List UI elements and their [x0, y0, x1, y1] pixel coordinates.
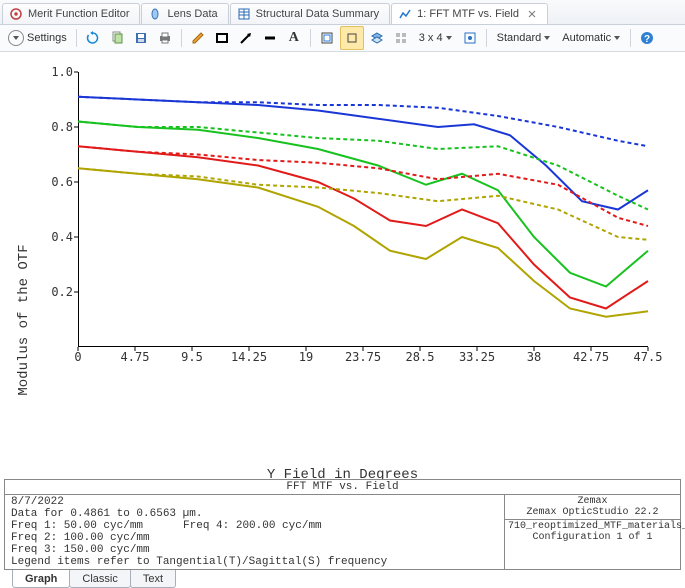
tab-label: 1: FFT MTF vs. Field — [417, 8, 519, 20]
caret-icon — [544, 36, 550, 40]
info-wavelength: Data for 0.4861 to 0.6563 µm. — [11, 508, 498, 520]
series-S3 — [78, 146, 648, 226]
bottom-tab-classic[interactable]: Classic — [69, 570, 130, 588]
x-tick-label: 4.75 — [121, 347, 150, 364]
chart-panel: Modulus of the OTF Y Field in Degrees 0.… — [0, 52, 685, 588]
info-freq2: Freq 2: 100.00 cyc/mm — [11, 532, 498, 544]
info-title: FFT MTF vs. Field — [5, 480, 680, 495]
y-tick-label: 0.8 — [51, 120, 78, 134]
separator — [630, 29, 631, 47]
grid-size-combo[interactable]: 3 x 4 — [414, 27, 457, 49]
y-tick-label: 1.0 — [51, 65, 78, 79]
line-shape-button[interactable] — [259, 27, 281, 49]
settings-label: Settings — [27, 32, 67, 44]
x-tick-label: 23.75 — [345, 347, 381, 364]
x-tick-label: 28.5 — [406, 347, 435, 364]
separator — [310, 29, 311, 47]
chevron-down-icon — [8, 30, 24, 46]
rect-shape-button[interactable] — [211, 27, 233, 49]
file-name: 710_reoptimized_MTF_materials_QType.zmx — [508, 521, 677, 532]
zoom-actual-button[interactable] — [340, 26, 364, 50]
info-freq1: Freq 1: 50.00 cyc/mm — [11, 520, 143, 532]
separator — [76, 29, 77, 47]
y-tick-label: 0.2 — [51, 285, 78, 299]
y-tick-label: 0.6 — [51, 175, 78, 189]
x-tick-label: 42.75 — [573, 347, 609, 364]
x-tick-label: 9.5 — [181, 347, 203, 364]
copy-button[interactable] — [106, 27, 128, 49]
x-tick-label: 38 — [527, 347, 541, 364]
product-name: Zemax OpticStudio 22.2 — [508, 507, 677, 518]
series-S1 — [78, 97, 648, 147]
info-freq4: Freq 4: 200.00 cyc/mm — [183, 520, 322, 532]
y-tick-label: 0.4 — [51, 230, 78, 244]
arrow-shape-button[interactable] — [235, 27, 257, 49]
x-tick-label: 19 — [299, 347, 313, 364]
tab-label: Merit Function Editor — [28, 8, 129, 20]
text-annotation-button[interactable]: A — [283, 27, 305, 49]
caret-icon — [446, 36, 452, 40]
lens-icon — [148, 7, 162, 21]
info-file: 710_reoptimized_MTF_materials_QType.zmx … — [505, 520, 680, 544]
info-right: Zemax Zemax OpticStudio 22.2 710_reoptim… — [504, 495, 680, 569]
bottom-tab-graph[interactable]: Graph — [12, 570, 70, 588]
series-T4 — [78, 168, 648, 317]
info-legend-note: Legend items refer to Tangential(T)/Sagi… — [11, 556, 498, 568]
tab-fft-mtf-vs-field[interactable]: 1: FFT MTF vs. Field — [391, 3, 548, 24]
svg-text:?: ? — [644, 34, 650, 45]
grid-size-value: 3 x 4 — [419, 32, 443, 44]
vendor-name: Zemax — [508, 496, 677, 507]
separator — [486, 29, 487, 47]
table-icon — [237, 7, 251, 21]
separator — [181, 29, 182, 47]
scale-mode-combo[interactable]: Automatic — [557, 27, 625, 49]
info-left: 8/7/2022 Data for 0.4861 to 0.6563 µm. F… — [5, 495, 504, 569]
plot-area[interactable]: 0.20.40.60.81.004.759.514.251923.7528.53… — [78, 72, 648, 347]
document-tabstrip: Merit Function Editor Lens Data Structur… — [0, 0, 685, 25]
layer-button[interactable] — [366, 27, 388, 49]
info-panel: FFT MTF vs. Field 8/7/2022 Data for 0.48… — [4, 479, 681, 570]
series-T3 — [78, 146, 648, 308]
bottom-tab-text[interactable]: Text — [130, 570, 176, 588]
print-button[interactable] — [154, 27, 176, 49]
scale-mode-value: Automatic — [562, 32, 611, 44]
toolbar: Settings A 3 x 4 Standa — [0, 25, 685, 52]
help-button[interactable]: ? — [636, 27, 658, 49]
tab-lens-data[interactable]: Lens Data — [141, 3, 228, 24]
x-tick-label: 0 — [74, 347, 81, 364]
info-date: 8/7/2022 — [11, 496, 498, 508]
x-tick-label: 14.25 — [231, 347, 267, 364]
bottom-tabstrip: Graph Classic Text — [12, 570, 175, 588]
config-label: Configuration 1 of 1 — [508, 532, 677, 543]
tab-structural-data-summary[interactable]: Structural Data Summary — [230, 3, 390, 24]
refresh-button[interactable] — [82, 27, 104, 49]
display-mode-combo[interactable]: Standard — [492, 27, 556, 49]
save-button[interactable] — [130, 27, 152, 49]
settings-expander[interactable]: Settings — [4, 27, 71, 49]
x-tick-label: 47.5 — [634, 347, 663, 364]
grid-toggle-button[interactable] — [390, 27, 412, 49]
bullseye-icon — [9, 7, 23, 21]
series-S2 — [78, 122, 648, 210]
tab-label: Lens Data — [167, 8, 217, 20]
y-axis-label: Modulus of the OTF — [16, 244, 32, 395]
close-icon[interactable] — [527, 9, 537, 19]
options-button[interactable] — [459, 27, 481, 49]
x-tick-label: 33.25 — [459, 347, 495, 364]
pencil-button[interactable] — [187, 27, 209, 49]
zoom-fit-button[interactable] — [316, 27, 338, 49]
tab-label: Structural Data Summary — [256, 8, 379, 20]
chart-icon — [398, 7, 412, 21]
tab-merit-function-editor[interactable]: Merit Function Editor — [2, 3, 140, 24]
info-freq3: Freq 3: 150.00 cyc/mm — [11, 544, 498, 556]
plot-svg — [78, 72, 648, 347]
display-mode-value: Standard — [497, 32, 542, 44]
caret-icon — [614, 36, 620, 40]
info-vendor: Zemax Zemax OpticStudio 22.2 — [505, 495, 680, 520]
